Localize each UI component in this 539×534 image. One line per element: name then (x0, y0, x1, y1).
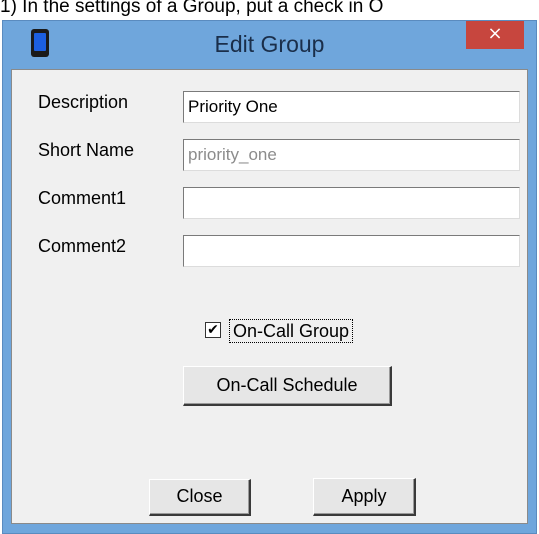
dialog-body: Description Priority One Short Name prio… (11, 69, 528, 524)
on-call-group-label[interactable]: On-Call Group (229, 319, 354, 343)
comment2-field[interactable] (183, 235, 520, 267)
edit-group-dialog: Edit Group × Description Priority One Sh… (2, 20, 537, 534)
comment2-label: Comment2 (38, 236, 127, 256)
apply-button[interactable]: Apply (313, 478, 416, 516)
short-name-label: Short Name (38, 140, 135, 160)
on-call-group-checkbox[interactable]: ✔ (205, 322, 221, 338)
close-window-button[interactable]: × (466, 21, 524, 49)
instruction-caption: 1) In the settings of a Group, put a che… (0, 0, 384, 17)
short-name-field[interactable]: priority_one (183, 139, 520, 171)
close-button[interactable]: Close (149, 479, 251, 516)
dialog-title: Edit Group (214, 31, 325, 57)
title-bar[interactable]: Edit Group × (3, 21, 536, 69)
description-field[interactable]: Priority One (183, 91, 520, 123)
description-label: Description (38, 92, 129, 112)
comment1-label: Comment1 (38, 188, 127, 208)
comment1-field[interactable] (183, 187, 520, 219)
on-call-schedule-button[interactable]: On-Call Schedule (183, 366, 392, 406)
